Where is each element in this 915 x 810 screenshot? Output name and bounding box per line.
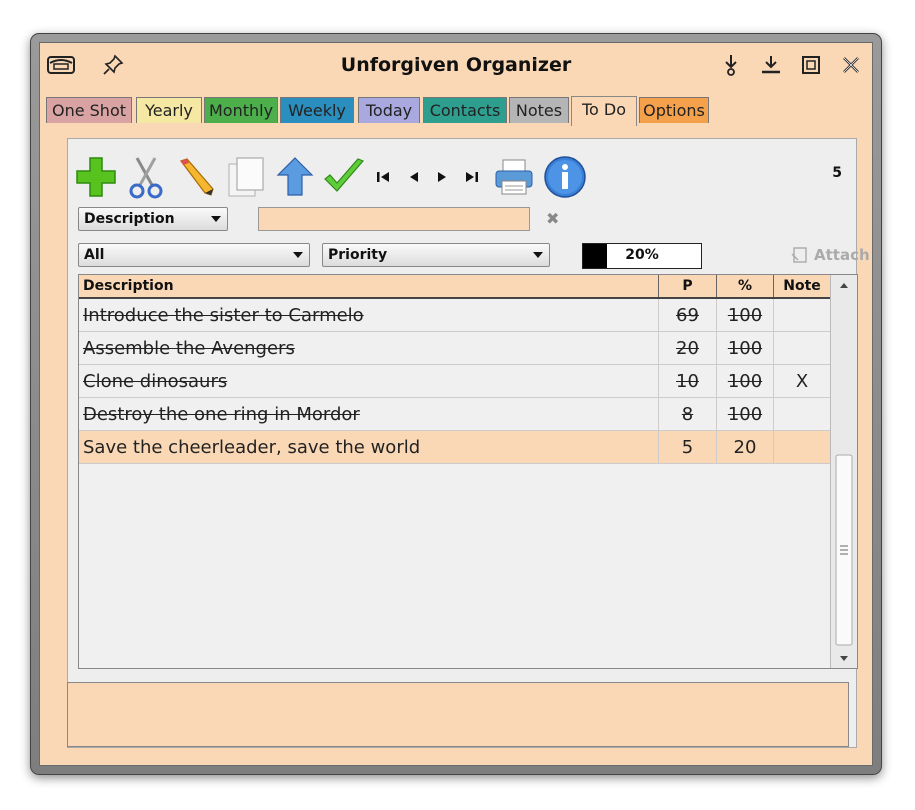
chevron-down-icon — [293, 252, 303, 258]
tab-weekly[interactable]: Weekly — [280, 97, 354, 123]
cell-priority: 8 — [659, 398, 717, 431]
status-filter-value: All — [84, 247, 105, 263]
next-record-icon[interactable] — [432, 155, 452, 199]
cell-description: Introduce the sister to Carmelo — [79, 299, 659, 332]
copy-icon[interactable] — [223, 155, 269, 199]
minimize-tray-icon[interactable] — [716, 52, 746, 78]
cell-priority: 69 — [659, 299, 717, 332]
cell-percent: 100 — [717, 398, 774, 431]
complete-icon[interactable] — [321, 155, 367, 199]
window-body: Unforgiven Organizer One Shot Yearly Mon… — [39, 42, 873, 766]
cell-note — [774, 332, 831, 365]
edit-icon[interactable] — [172, 155, 218, 199]
record-count: 5 — [832, 165, 842, 181]
status-filter-select[interactable]: All — [78, 243, 310, 267]
search-field-value: Description — [84, 211, 175, 227]
search-field-select[interactable]: Description — [78, 207, 228, 231]
progress-label: 20% — [625, 247, 659, 263]
last-record-icon[interactable] — [460, 155, 482, 199]
maximize-icon[interactable] — [796, 52, 826, 78]
tab-one-shot[interactable]: One Shot — [46, 97, 132, 123]
title-bar: Unforgiven Organizer — [40, 43, 872, 87]
prev-record-icon[interactable] — [404, 155, 424, 199]
cell-priority: 5 — [659, 431, 717, 464]
tab-notes[interactable]: Notes — [509, 97, 569, 123]
tab-to-do[interactable]: To Do — [571, 96, 637, 126]
window-title: Unforgiven Organizer — [340, 54, 572, 76]
cell-description: Save the cheerleader, save the world — [79, 431, 659, 464]
attach-label: Attach — [814, 246, 870, 264]
info-icon[interactable] — [542, 155, 588, 199]
tab-yearly[interactable]: Yearly — [136, 97, 202, 123]
chevron-down-icon — [533, 252, 543, 258]
table-row[interactable]: Introduce the sister to Carmelo 69 100 — [79, 299, 831, 332]
cell-note: X — [774, 365, 831, 398]
tab-options[interactable]: Options — [639, 97, 709, 123]
table-row[interactable]: Assemble the Avengers 20 100 — [79, 332, 831, 365]
attach-button[interactable]: Attach — [790, 246, 870, 264]
add-icon[interactable] — [73, 155, 119, 199]
column-header-percent[interactable]: % — [717, 275, 774, 297]
search-input[interactable] — [258, 207, 530, 231]
column-header-note[interactable]: Note — [774, 275, 831, 297]
table-row[interactable]: Clone dinosaurs 10 100 X — [79, 365, 831, 398]
cell-percent: 20 — [717, 431, 774, 464]
sort-value: Priority — [328, 247, 388, 263]
todo-table: Description P % Note Introduce the siste… — [78, 274, 858, 669]
cut-icon[interactable] — [123, 155, 169, 199]
tab-contacts[interactable]: Contacts — [423, 97, 507, 123]
cell-description: Destroy the one ring in Mordor — [79, 398, 659, 431]
tab-monthly[interactable]: Monthly — [204, 97, 278, 123]
table-header: Description P % Note — [79, 275, 831, 299]
print-icon[interactable] — [491, 155, 537, 199]
todo-panel: 5 Description ✖ All Priority 20% Attach … — [67, 138, 870, 748]
clear-search-icon[interactable]: ✖ — [546, 209, 559, 228]
cell-percent: 100 — [717, 299, 774, 332]
completion-progress-bar: 20% — [582, 243, 702, 269]
table-row[interactable]: Destroy the one ring in Mordor 8 100 — [79, 398, 831, 431]
cell-note — [774, 299, 831, 332]
minimize-icon[interactable] — [756, 52, 786, 78]
attach-icon — [791, 247, 807, 263]
table-row[interactable]: Save the cheerleader, save the world 5 20 — [79, 431, 831, 464]
tab-today[interactable]: Today — [358, 97, 420, 123]
move-up-icon[interactable] — [272, 155, 318, 199]
chevron-down-icon — [211, 216, 221, 222]
cell-priority: 20 — [659, 332, 717, 365]
app-window: Unforgiven Organizer One Shot Yearly Mon… — [30, 33, 882, 775]
close-icon[interactable] — [836, 52, 866, 78]
cell-percent: 100 — [717, 365, 774, 398]
cell-priority: 10 — [659, 365, 717, 398]
cell-description: Clone dinosaurs — [79, 365, 659, 398]
notes-textarea[interactable] — [67, 682, 849, 747]
first-record-icon[interactable] — [374, 155, 394, 199]
column-header-description[interactable]: Description — [79, 275, 659, 297]
cell-note — [774, 398, 831, 431]
cell-description: Assemble the Avengers — [79, 332, 659, 365]
vertical-scrollbar[interactable] — [830, 275, 857, 668]
cell-note — [774, 431, 831, 464]
column-header-priority[interactable]: P — [659, 275, 717, 297]
cell-percent: 100 — [717, 332, 774, 365]
sort-select[interactable]: Priority — [322, 243, 550, 267]
